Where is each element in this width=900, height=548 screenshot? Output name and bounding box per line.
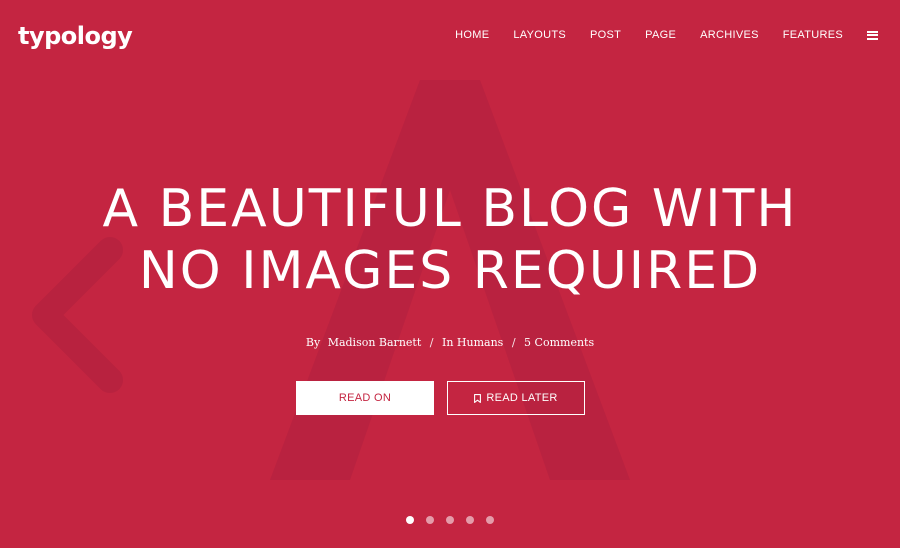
nav-item-features[interactable]: FEATURES — [783, 29, 843, 41]
slider-dot-1[interactable] — [406, 516, 414, 524]
meta-separator: / — [511, 336, 516, 349]
post-title-line-1: A BEAUTIFUL BLOG WITH — [102, 179, 798, 239]
slider-pagination — [0, 516, 900, 524]
slider-dot-4[interactable] — [466, 516, 474, 524]
hero-section: typology HOME LAYOUTS POST PAGE ARCHIVES… — [0, 0, 900, 548]
read-later-label: READ LATER — [486, 392, 558, 404]
nav-item-archives[interactable]: ARCHIVES — [700, 29, 759, 41]
category-link[interactable]: Humans — [457, 336, 503, 349]
meta-by-label: By — [305, 336, 321, 349]
read-on-button[interactable]: READ ON — [296, 381, 434, 415]
main-nav: HOME LAYOUTS POST PAGE ARCHIVES FEATURES — [455, 29, 878, 41]
hamburger-icon[interactable] — [867, 30, 878, 40]
comments-link[interactable]: 5 Comments — [524, 336, 594, 349]
nav-item-post[interactable]: POST — [590, 29, 621, 41]
nav-item-page[interactable]: PAGE — [645, 29, 676, 41]
bookmark-icon — [474, 393, 482, 403]
post-meta: By Madison Barnett / In Humans / 5 Comme… — [0, 336, 900, 349]
post-title-line-2: NO IMAGES REQUIRED — [138, 241, 762, 301]
read-later-button[interactable]: READ LATER — [447, 381, 585, 415]
read-on-label: READ ON — [338, 392, 392, 404]
post-title[interactable]: A BEAUTIFUL BLOG WITH NO IMAGES REQUIRED — [50, 178, 850, 302]
meta-category-prefix: In — [441, 336, 454, 349]
meta-separator: / — [429, 336, 434, 349]
slider-dot-2[interactable] — [426, 516, 434, 524]
nav-item-home[interactable]: HOME — [455, 29, 489, 41]
site-logo[interactable]: typology — [18, 22, 133, 50]
author-link[interactable]: Madison Barnett — [328, 336, 422, 349]
slider-dot-5[interactable] — [486, 516, 494, 524]
nav-item-layouts[interactable]: LAYOUTS — [513, 29, 566, 41]
slider-dot-3[interactable] — [446, 516, 454, 524]
